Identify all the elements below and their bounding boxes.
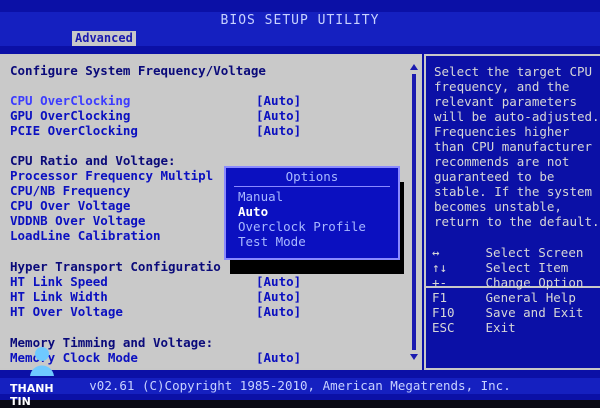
popup-option-test-mode[interactable]: Test Mode bbox=[238, 235, 306, 249]
arrow-up-down-icon: ↑↓ bbox=[432, 260, 448, 275]
setting-pcie-overclocking-label[interactable]: PCIE OverClocking bbox=[10, 124, 138, 138]
key-row-save-exit: F10 Save and Exit bbox=[432, 306, 583, 320]
key-desc: Save and Exit bbox=[485, 305, 584, 320]
setting-ht-over-voltage-label[interactable]: HT Over Voltage bbox=[10, 305, 123, 319]
options-popup: Options Manual Auto Overclock Profile Te… bbox=[224, 166, 400, 260]
plus-minus-icon: +- bbox=[432, 275, 448, 290]
scroll-up-icon[interactable] bbox=[410, 64, 418, 70]
popup-option-overclock-profile[interactable]: Overclock Profile bbox=[238, 220, 366, 234]
setting-ht-link-speed-value[interactable]: [Auto] bbox=[256, 275, 301, 289]
setting-cpu-overclocking-value[interactable]: [Auto] bbox=[256, 94, 301, 108]
key-desc: Exit bbox=[485, 320, 516, 335]
key-label: F1 bbox=[432, 290, 448, 305]
key-row-exit: ESC Exit bbox=[432, 321, 516, 335]
setting-gpu-overclocking-value[interactable]: [Auto] bbox=[256, 109, 301, 123]
setting-ht-over-voltage-value[interactable]: [Auto] bbox=[256, 305, 301, 319]
help-text: Select the target CPU frequency, and the… bbox=[434, 64, 600, 229]
key-desc: Select Screen bbox=[485, 245, 584, 260]
scrollbar[interactable] bbox=[410, 64, 418, 360]
cpu-ratio-heading: CPU Ratio and Voltage: bbox=[10, 153, 176, 168]
key-desc: General Help bbox=[485, 290, 576, 305]
popup-option-manual[interactable]: Manual bbox=[238, 190, 283, 204]
popup-title: Options bbox=[285, 169, 339, 184]
ht-heading: Hyper Transport Configuratio bbox=[10, 259, 221, 274]
popup-divider bbox=[234, 186, 390, 187]
setting-loadline-calibration-label[interactable]: LoadLine Calibration bbox=[10, 229, 161, 243]
popup-option-auto[interactable]: Auto bbox=[238, 205, 268, 219]
footer-copyright: v02.61 (C)Copyright 1985-2010, American … bbox=[0, 378, 600, 394]
watermark-text: THANH TIN bbox=[10, 382, 54, 408]
setting-ht-link-width-value[interactable]: [Auto] bbox=[256, 290, 301, 304]
key-row-select-item: ↑↓ Select Item bbox=[432, 261, 568, 275]
scrollbar-thumb[interactable] bbox=[412, 74, 416, 350]
setting-gpu-overclocking-label[interactable]: GPU OverClocking bbox=[10, 109, 130, 123]
key-row-general-help: F1 General Help bbox=[432, 291, 576, 305]
tab-advanced[interactable]: Advanced bbox=[72, 31, 136, 46]
setting-ht-link-width-label[interactable]: HT Link Width bbox=[10, 290, 108, 304]
setting-cpu-overclocking-label[interactable]: CPU OverClocking bbox=[10, 94, 130, 108]
logo-icon bbox=[30, 347, 54, 376]
key-desc: Select Item bbox=[485, 260, 569, 275]
setting-pcie-overclocking-value[interactable]: [Auto] bbox=[256, 124, 301, 138]
key-row-select-screen: ↔ Select Screen bbox=[432, 246, 583, 260]
setting-memory-clock-mode-value[interactable]: [Auto] bbox=[256, 351, 301, 365]
setting-ht-link-speed-label[interactable]: HT Link Speed bbox=[10, 275, 108, 289]
setting-processor-frequency-multiplier-label[interactable]: Processor Frequency Multipl bbox=[10, 169, 213, 183]
window-title: BIOS SETUP UTILITY bbox=[0, 12, 600, 30]
setting-vddnb-over-voltage-label[interactable]: VDDNB Over Voltage bbox=[10, 214, 145, 228]
key-label: F10 bbox=[432, 305, 455, 320]
section-title: Configure System Frequency/Voltage bbox=[10, 63, 266, 78]
setting-cpu-nb-frequency-label[interactable]: CPU/NB Frequency bbox=[10, 184, 130, 198]
key-label: ESC bbox=[432, 320, 455, 335]
arrow-left-right-icon: ↔ bbox=[432, 245, 440, 260]
bios-screen: BIOS SETUP UTILITY Advanced Configure Sy… bbox=[0, 0, 600, 408]
scroll-down-icon[interactable] bbox=[410, 354, 418, 360]
key-row-change-option: +- Change Option bbox=[432, 276, 583, 290]
watermark: THANH TIN bbox=[10, 342, 74, 408]
key-desc: Change Option bbox=[485, 275, 584, 290]
setting-cpu-over-voltage-label[interactable]: CPU Over Voltage bbox=[10, 199, 130, 213]
tab-bar: Advanced bbox=[0, 30, 600, 46]
help-panel: Select the target CPU frequency, and the… bbox=[424, 54, 600, 370]
